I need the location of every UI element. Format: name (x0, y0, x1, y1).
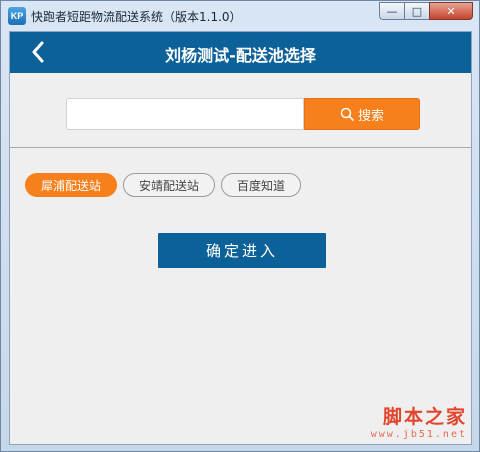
station-list: 犀浦配送站 安靖配送站 百度知道 (25, 173, 302, 199)
page-header: 刘杨测试-配送池选择 (10, 32, 471, 73)
confirm-enter-button[interactable]: 确定进入 (158, 233, 326, 268)
watermark-text: 脚本之家 (382, 406, 467, 428)
minimize-icon: — (386, 4, 398, 18)
window-controls: — □ ✕ (379, 2, 473, 22)
station-chip-baiduzhidao[interactable]: 百度知道 (221, 173, 302, 197)
window-title: 快跑者短距物流配送系统（版本1.1.0） (31, 10, 242, 24)
app-window: KP 快跑者短距物流配送系统（版本1.1.0） — □ ✕ 刘杨测试-配送池选择 (0, 0, 480, 452)
section-divider (10, 147, 471, 148)
watermark-url: www.jb51.net (370, 429, 467, 440)
page-title: 刘杨测试-配送池选择 (165, 46, 316, 65)
minimize-button[interactable]: — (379, 2, 405, 20)
maximize-button[interactable]: □ (404, 2, 430, 20)
search-icon (340, 107, 354, 121)
station-chip-anjing[interactable]: 安靖配送站 (123, 173, 216, 197)
title-bar[interactable]: KP 快跑者短距物流配送系统（版本1.1.0） — □ ✕ (1, 1, 479, 31)
close-button[interactable]: ✕ (429, 2, 473, 20)
close-icon: ✕ (446, 4, 456, 18)
search-button-label: 搜索 (357, 108, 384, 124)
search-input[interactable] (66, 98, 304, 130)
station-chip-xipu[interactable]: 犀浦配送站 (25, 173, 118, 197)
watermark: 脚本之家 www.jb51.net (371, 402, 467, 440)
client-area: 刘杨测试-配送池选择 搜索 犀浦配送站 安靖配送站 百度知道 确定进入 脚本之家… (9, 31, 472, 445)
maximize-icon: □ (411, 4, 423, 18)
search-button[interactable]: 搜索 (304, 98, 420, 130)
app-icon: KP (8, 7, 26, 25)
